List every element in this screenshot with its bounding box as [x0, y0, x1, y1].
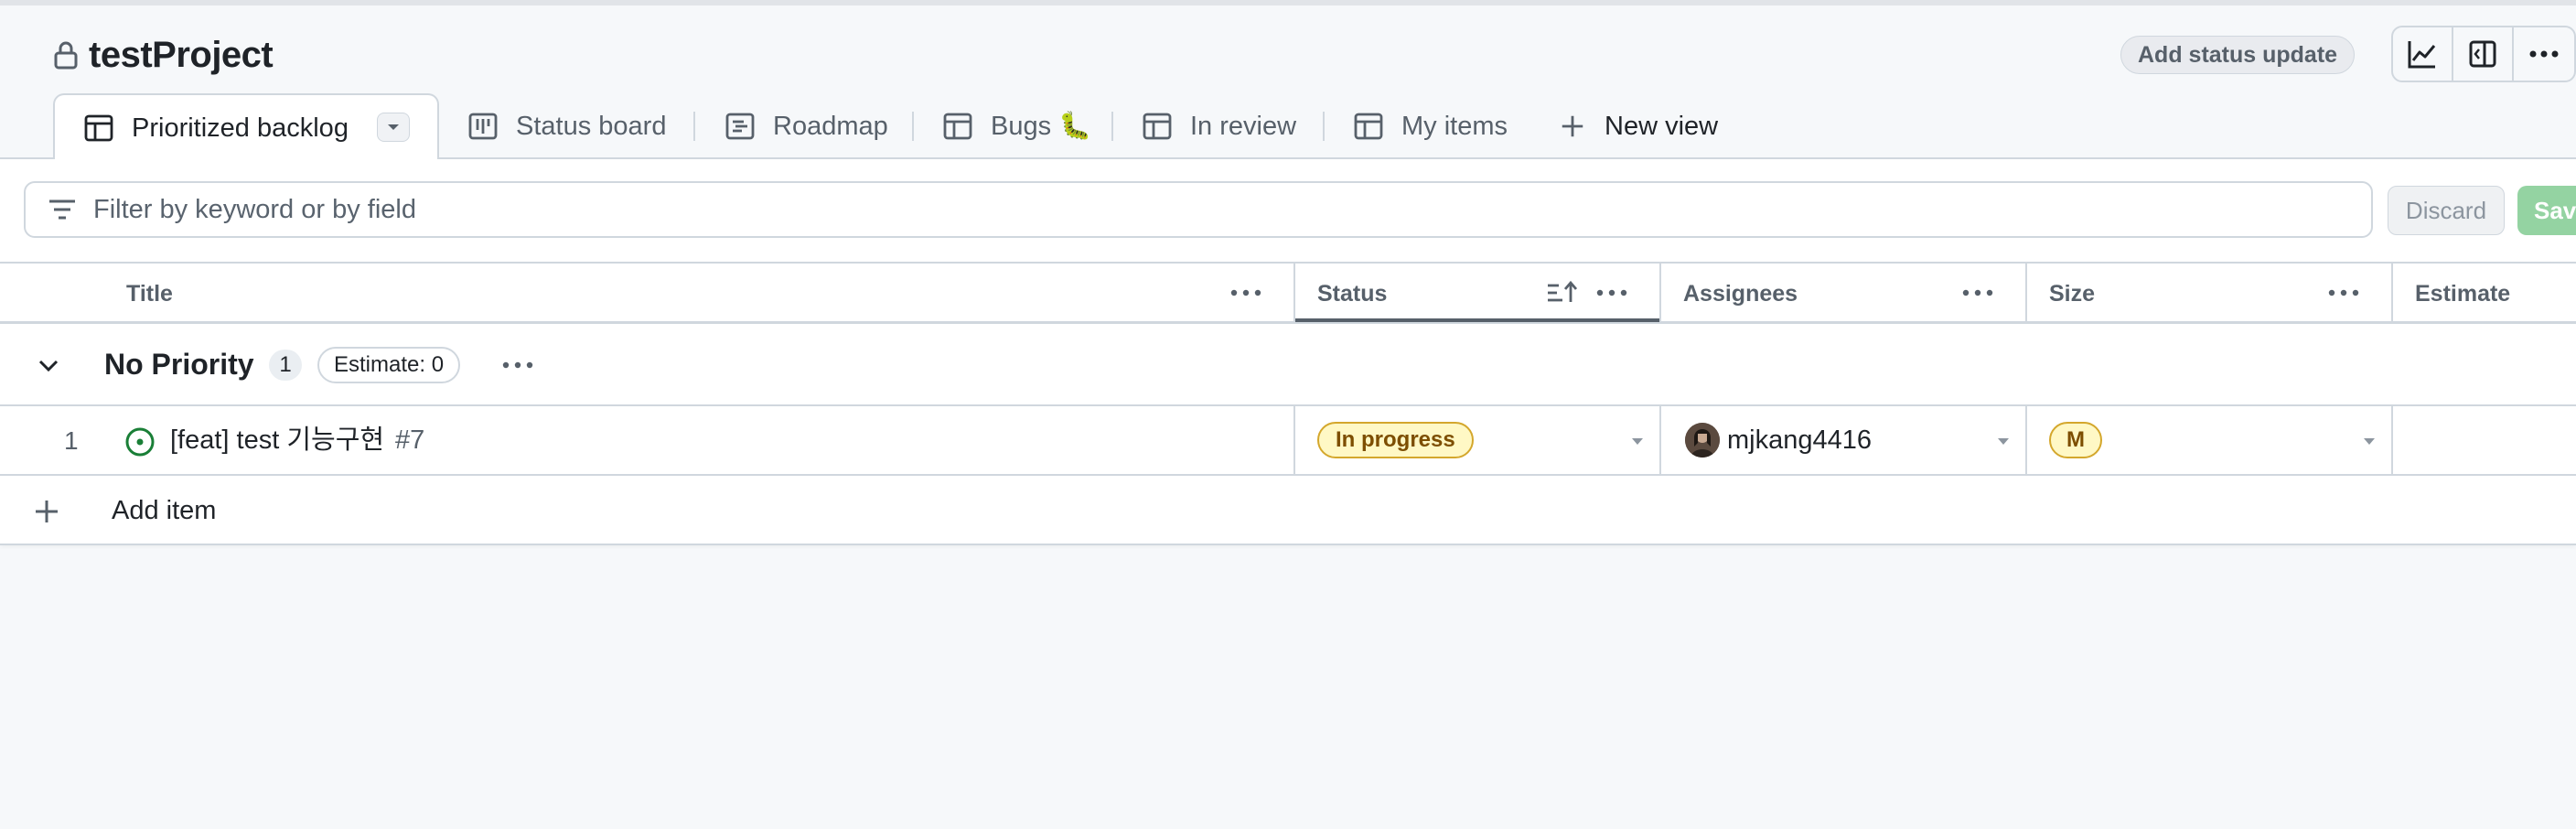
tab-separator [1111, 112, 1113, 141]
line-graph-icon [2408, 41, 2436, 69]
open-issue-icon [125, 427, 155, 457]
column-divider [1659, 406, 1661, 476]
column-header-status[interactable]: Status [1317, 264, 1387, 324]
project-title: testProject [89, 35, 274, 75]
filter-input[interactable] [93, 194, 2289, 225]
side-panel-button[interactable] [2453, 27, 2514, 81]
header-button-group [2391, 26, 2576, 82]
plus-icon [1562, 115, 1583, 137]
insights-button[interactable] [2393, 27, 2453, 81]
column-divider [1293, 264, 1295, 324]
view-tabs: Prioritized backlog Status board Roadmap [0, 93, 2576, 161]
tab-label: Prioritized backlog [132, 113, 349, 143]
table-icon [1354, 113, 1383, 140]
sort-ascending-icon [1548, 280, 1578, 302]
column-divider [2025, 264, 2027, 324]
column-header-title[interactable]: Title [126, 264, 173, 324]
triangle-down-icon[interactable] [1630, 436, 1645, 447]
new-view-button[interactable]: New view [1559, 93, 1718, 159]
table-icon [84, 114, 113, 142]
tab-status-board[interactable]: Status board [468, 93, 666, 159]
tab-label: Bugs 🐛 [991, 112, 1092, 141]
column-options-icon[interactable] [1595, 285, 1628, 300]
roadmap-icon [725, 113, 755, 140]
size-badge[interactable]: M [2049, 422, 2102, 458]
filter-icon [49, 199, 75, 220]
tab-options-dropdown[interactable] [377, 113, 410, 142]
table-icon [1143, 113, 1172, 140]
column-header-size[interactable]: Size [2049, 264, 2095, 324]
group-count-badge: 1 [269, 350, 302, 381]
triangle-down-icon[interactable] [1996, 436, 2011, 447]
row-number: 1 [64, 426, 79, 455]
tab-separator [912, 112, 914, 141]
more-options-icon [2529, 50, 2559, 58]
discard-button[interactable]: Discard [2388, 186, 2505, 235]
column-options-icon[interactable] [1961, 285, 1994, 300]
save-button[interactable]: Save [2517, 186, 2576, 235]
column-divider [1293, 406, 1295, 476]
plus-icon [36, 501, 58, 522]
tab-in-review[interactable]: In review [1143, 93, 1296, 159]
group-title: No Priority [104, 348, 254, 381]
table-header: Title Status Assignees Size Estimate [0, 264, 2576, 324]
tab-prioritized-backlog[interactable]: Prioritized backlog [53, 93, 439, 161]
chevron-down-icon[interactable] [35, 351, 62, 379]
table-row[interactable]: 1 [feat] test 기능구현 #7 In progress mjkang… [0, 406, 2576, 476]
column-header-assignees[interactable]: Assignees [1683, 264, 1798, 324]
triangle-down-icon [388, 124, 399, 130]
column-options-icon[interactable] [1229, 285, 1262, 300]
tab-label: New view [1605, 111, 1719, 141]
group-estimate-badge: Estimate: 0 [317, 347, 461, 383]
tab-label: In review [1190, 111, 1297, 141]
column-options-icon[interactable] [2327, 285, 2360, 300]
user-avatar-icon [1685, 423, 1720, 458]
filter-bar: Discard Save [0, 159, 2576, 262]
more-options-button[interactable] [2514, 27, 2574, 81]
tab-roadmap[interactable]: Roadmap [725, 93, 888, 159]
lock-icon [54, 41, 78, 70]
add-status-update-button[interactable]: Add status update [2120, 36, 2356, 74]
issue-title-link[interactable]: [feat] test 기능구현 [170, 423, 384, 458]
tab-label: Status board [516, 111, 667, 141]
group-options-icon[interactable] [501, 358, 534, 372]
tab-bugs[interactable]: Bugs 🐛 [943, 93, 1091, 159]
project-table: Title Status Assignees Size Estimate No … [0, 262, 2576, 545]
issue-number: #7 [395, 425, 425, 455]
table-icon [943, 113, 972, 140]
column-divider [2025, 406, 2027, 476]
column-header-estimate[interactable]: Estimate [2415, 264, 2510, 324]
column-divider [1659, 264, 1661, 324]
tab-my-items[interactable]: My items [1354, 93, 1508, 159]
assignee-name[interactable]: mjkang4416 [1727, 423, 1872, 458]
board-icon [468, 113, 498, 140]
tab-separator [1323, 112, 1325, 141]
add-item-label: Add item [112, 496, 217, 525]
tab-label: Roadmap [773, 111, 888, 141]
column-divider [2391, 264, 2393, 324]
filter-field[interactable] [24, 181, 2373, 238]
tab-separator [693, 112, 695, 141]
side-panel-icon [2469, 40, 2496, 68]
sorted-column-indicator [1295, 318, 1661, 322]
tab-label: My items [1401, 111, 1508, 141]
column-divider [2391, 406, 2393, 476]
avatar [1685, 423, 1720, 458]
add-item-row[interactable]: Add item [0, 476, 2576, 545]
triangle-down-icon[interactable] [2362, 436, 2377, 447]
status-badge[interactable]: In progress [1317, 422, 1474, 458]
group-header: No Priority 1 Estimate: 0 [0, 324, 2576, 406]
